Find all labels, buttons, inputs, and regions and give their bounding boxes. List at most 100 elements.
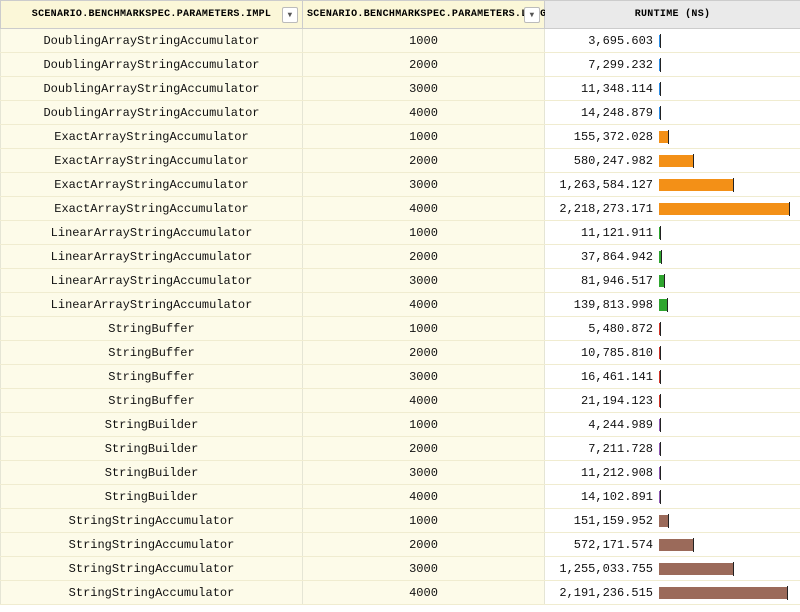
impl-cell: StringBuilder xyxy=(1,437,303,461)
runtime-value: 14,248.879 xyxy=(549,106,659,120)
chevron-down-icon[interactable]: ▾ xyxy=(282,7,298,23)
runtime-cell: 14,248.879 xyxy=(545,101,800,125)
impl-cell: StringBuilder xyxy=(1,413,303,437)
runtime-bar-area xyxy=(659,34,796,48)
runtime-value: 11,348.114 xyxy=(549,82,659,96)
runtime-value: 21,194.123 xyxy=(549,394,659,408)
runtime-cell: 580,247.982 xyxy=(545,149,800,173)
runtime-bar xyxy=(659,179,733,191)
length-cell: 1000 xyxy=(303,317,545,341)
length-cell: 1000 xyxy=(303,125,545,149)
runtime-cell: 7,211.728 xyxy=(545,437,800,461)
runtime-cell: 572,171.574 xyxy=(545,533,800,557)
runtime-value: 2,191,236.515 xyxy=(549,586,659,600)
runtime-value: 151,159.952 xyxy=(549,514,659,528)
runtime-bar-area xyxy=(659,154,796,168)
runtime-cell: 3,695.603 xyxy=(545,29,800,53)
impl-cell: DoublingArrayStringAccumulator xyxy=(1,29,303,53)
runtime-cell: 4,244.989 xyxy=(545,413,800,437)
chevron-down-icon[interactable]: ▾ xyxy=(524,7,540,23)
impl-cell: ExactArrayStringAccumulator xyxy=(1,173,303,197)
length-cell: 4000 xyxy=(303,581,545,605)
impl-cell: LinearArrayStringAccumulator xyxy=(1,221,303,245)
runtime-bar-area xyxy=(659,82,796,96)
runtime-bar-area xyxy=(659,322,796,336)
runtime-cell: 2,218,273.171 xyxy=(545,197,800,221)
runtime-bar-area xyxy=(659,514,796,528)
error-tick-icon xyxy=(668,514,669,528)
length-cell: 3000 xyxy=(303,365,545,389)
table-row: StringStringAccumulator30001,255,033.755 xyxy=(1,557,800,581)
runtime-bar xyxy=(659,563,733,575)
runtime-bar xyxy=(659,155,693,167)
runtime-value: 7,299.232 xyxy=(549,58,659,72)
runtime-cell: 16,461.141 xyxy=(545,365,800,389)
runtime-cell: 11,348.114 xyxy=(545,77,800,101)
runtime-bar xyxy=(659,587,787,599)
table-row: DoublingArrayStringAccumulator20007,299.… xyxy=(1,53,800,77)
column-header-label: SCENARIO.BENCHMARKSPEC.PARAMETERS.LENGTH xyxy=(307,9,559,20)
runtime-value: 37,864.942 xyxy=(549,250,659,264)
column-header-runtime[interactable]: RUNTIME (NS) xyxy=(545,1,800,29)
runtime-cell: 21,194.123 xyxy=(545,389,800,413)
runtime-value: 1,255,033.755 xyxy=(549,562,659,576)
runtime-cell: 11,121.911 xyxy=(545,221,800,245)
runtime-bar-area xyxy=(659,298,796,312)
table-row: LinearArrayStringAccumulator2000 37,864.9… xyxy=(1,245,800,269)
runtime-bar-area xyxy=(659,442,796,456)
length-cell: 2000 xyxy=(303,245,545,269)
error-tick-icon xyxy=(667,298,668,312)
runtime-bar-area xyxy=(659,274,796,288)
length-cell: 4000 xyxy=(303,389,545,413)
runtime-bar-area xyxy=(659,202,796,216)
column-header-length[interactable]: SCENARIO.BENCHMARKSPEC.PARAMETERS.LENGTH… xyxy=(303,1,545,29)
length-cell: 4000 xyxy=(303,293,545,317)
runtime-value: 2,218,273.171 xyxy=(549,202,659,216)
impl-cell: LinearArrayStringAccumulator xyxy=(1,245,303,269)
table-row: StringStringAccumulator1000151,159.952 xyxy=(1,509,800,533)
runtime-value: 7,211.728 xyxy=(549,442,659,456)
table-row: StringBuffer400021,194.123 xyxy=(1,389,800,413)
length-cell: 2000 xyxy=(303,533,545,557)
length-cell: 4000 xyxy=(303,485,545,509)
length-cell: 4000 xyxy=(303,101,545,125)
runtime-cell: 1,255,033.755 xyxy=(545,557,800,581)
runtime-bar-area xyxy=(659,226,796,240)
impl-cell: StringStringAccumulator xyxy=(1,509,303,533)
error-tick-icon xyxy=(789,202,790,216)
runtime-bar-area xyxy=(659,106,796,120)
runtime-value: 5,480.872 xyxy=(549,322,659,336)
length-cell: 3000 xyxy=(303,77,545,101)
impl-cell: StringBuilder xyxy=(1,485,303,509)
error-tick-icon xyxy=(660,346,661,360)
runtime-value: 10,785.810 xyxy=(549,346,659,360)
runtime-bar-area xyxy=(659,538,796,552)
runtime-cell: 2,191,236.515 xyxy=(545,581,800,605)
impl-cell: DoublingArrayStringAccumulator xyxy=(1,53,303,77)
table-row: StringBuilder10004,244.989 xyxy=(1,413,800,437)
error-tick-icon xyxy=(660,394,661,408)
runtime-bar xyxy=(659,299,667,311)
runtime-cell: 11,212.908 xyxy=(545,461,800,485)
table-row: DoublingArrayStringAccumulator300011,348… xyxy=(1,77,800,101)
error-tick-icon xyxy=(664,274,665,288)
runtime-value: 16,461.141 xyxy=(549,370,659,384)
runtime-bar xyxy=(659,203,789,215)
runtime-cell: 10,785.810 xyxy=(545,341,800,365)
error-tick-icon xyxy=(733,178,734,192)
runtime-bar-area xyxy=(659,370,796,384)
runtime-value: 139,813.998 xyxy=(549,298,659,312)
length-cell: 3000 xyxy=(303,557,545,581)
impl-cell: StringBuilder xyxy=(1,461,303,485)
runtime-value: 11,212.908 xyxy=(549,466,659,480)
impl-cell: ExactArrayStringAccumulator xyxy=(1,125,303,149)
runtime-bar-area xyxy=(659,178,796,192)
impl-cell: StringStringAccumulator xyxy=(1,533,303,557)
table-row: ExactArrayStringAccumulator40002,218,273… xyxy=(1,197,800,221)
table-row: LinearArrayStringAccumulator300081,946.5… xyxy=(1,269,800,293)
runtime-cell: 7,299.232 xyxy=(545,53,800,77)
error-tick-icon xyxy=(693,538,694,552)
table-row: ExactArrayStringAccumulator1000155,372.0… xyxy=(1,125,800,149)
table-row: DoublingArrayStringAccumulator10003,695.… xyxy=(1,29,800,53)
column-header-impl[interactable]: SCENARIO.BENCHMARKSPEC.PARAMETERS.IMPL ▾ xyxy=(1,1,303,29)
